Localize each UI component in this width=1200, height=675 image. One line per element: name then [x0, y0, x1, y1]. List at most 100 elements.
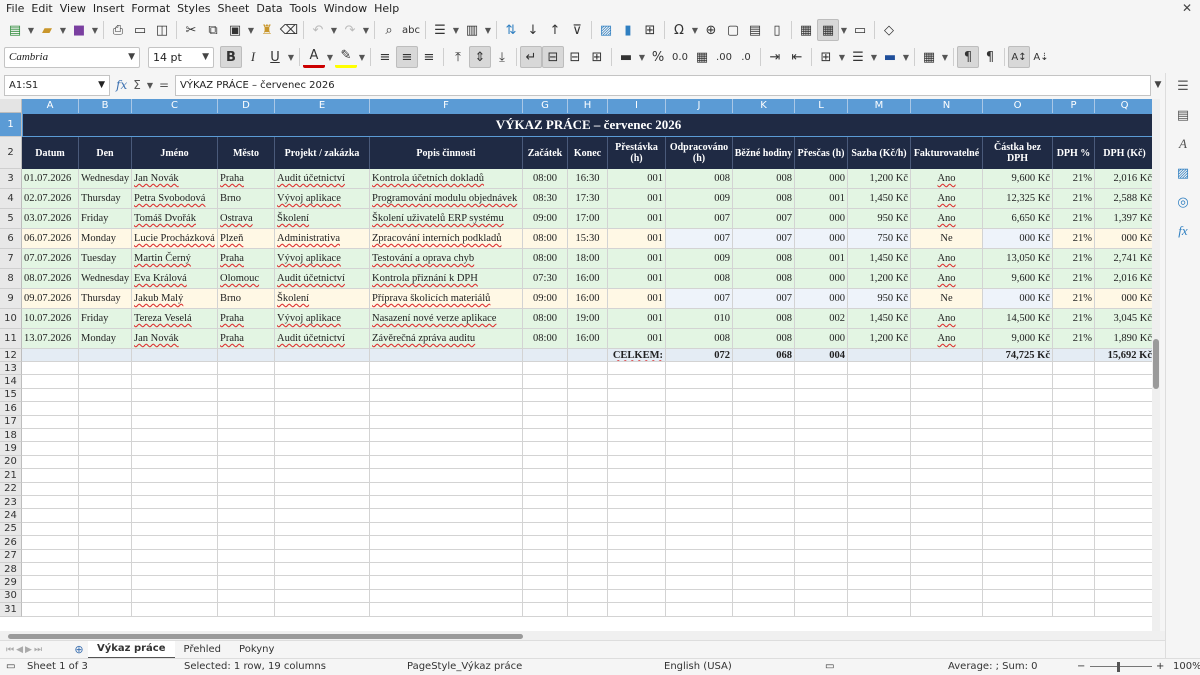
empty-cell[interactable]	[523, 509, 568, 523]
data-cell[interactable]: 001	[795, 189, 848, 209]
data-cell[interactable]: 6,650 Kč	[983, 209, 1053, 229]
column-title[interactable]: Konec	[568, 137, 608, 169]
menu-format[interactable]: Format	[131, 2, 176, 15]
chevron-down-icon[interactable]: ▼	[98, 80, 105, 90]
split-window-icon[interactable]: ▭	[849, 19, 871, 41]
data-cell[interactable]: 000 Kč	[983, 229, 1053, 249]
empty-cell[interactable]	[983, 496, 1053, 510]
data-cell[interactable]: Nasazení nové verze aplikace	[370, 309, 523, 329]
row-header[interactable]: 5	[0, 209, 22, 229]
empty-cell[interactable]	[666, 482, 733, 496]
empty-cell[interactable]	[370, 496, 523, 510]
empty-cell[interactable]	[568, 469, 608, 483]
column-title[interactable]: Začátek	[523, 137, 568, 169]
zoom-slider-handle[interactable]	[1117, 662, 1120, 672]
empty-cell[interactable]	[1095, 429, 1155, 443]
empty-cell[interactable]	[911, 509, 983, 523]
data-cell[interactable]: 08:00	[523, 169, 568, 189]
data-cell[interactable]: Ano	[911, 309, 983, 329]
empty-cell[interactable]	[568, 375, 608, 389]
empty-cell[interactable]	[523, 375, 568, 389]
data-cell[interactable]: 12,325 Kč	[983, 189, 1053, 209]
empty-cell[interactable]	[733, 522, 795, 537]
data-cell[interactable]: Ne	[911, 289, 983, 309]
data-cell[interactable]: 21%	[1053, 229, 1095, 249]
empty-cell[interactable]	[795, 549, 848, 563]
data-cell[interactable]: 21%	[1053, 329, 1095, 349]
data-cell[interactable]: 009	[666, 249, 733, 269]
empty-cell[interactable]	[370, 589, 523, 604]
empty-cell[interactable]	[911, 549, 983, 563]
empty-cell[interactable]	[79, 509, 132, 523]
column-header[interactable]: G	[523, 99, 568, 113]
empty-cell[interactable]	[608, 388, 666, 403]
empty-cell[interactable]	[848, 388, 911, 403]
empty-cell[interactable]	[275, 429, 370, 443]
empty-cell[interactable]	[218, 603, 275, 617]
empty-cell[interactable]	[608, 563, 666, 577]
empty-cell[interactable]	[1095, 469, 1155, 483]
empty-cell[interactable]	[608, 603, 666, 617]
empty-cell[interactable]	[608, 415, 666, 429]
empty-cell[interactable]	[275, 375, 370, 389]
empty-cell[interactable]	[79, 589, 132, 604]
empty-cell[interactable]	[218, 415, 275, 429]
data-cell[interactable]: 08:00	[523, 229, 568, 249]
empty-cell[interactable]	[79, 375, 132, 389]
empty-cell[interactable]	[523, 482, 568, 496]
empty-cell[interactable]	[1095, 522, 1155, 537]
align-left-icon[interactable]: ≡	[374, 46, 396, 68]
conditional-dropdown-icon[interactable]: ▼	[940, 46, 950, 68]
empty-cell[interactable]	[132, 603, 218, 617]
empty-cell[interactable]	[79, 496, 132, 510]
data-cell[interactable]: 001	[608, 249, 666, 269]
merge-center-icon[interactable]: ⊟	[542, 46, 564, 68]
total-label[interactable]: CELKEM:	[608, 349, 666, 362]
open-folder-icon[interactable]: ▰	[36, 19, 58, 41]
empty-cell[interactable]	[132, 522, 218, 537]
data-cell[interactable]: 08:30	[523, 189, 568, 209]
empty-cell[interactable]	[370, 455, 523, 470]
conditional-format-icon[interactable]: ▦	[918, 46, 940, 68]
empty-cell[interactable]	[132, 415, 218, 429]
data-cell[interactable]: Programování modulu objednávek	[370, 189, 523, 209]
column-title[interactable]: Částka bez DPH	[983, 137, 1053, 169]
empty-cell[interactable]	[79, 362, 132, 376]
empty-cell[interactable]	[1095, 402, 1155, 416]
empty-cell[interactable]	[79, 429, 132, 443]
data-cell[interactable]: 008	[666, 169, 733, 189]
empty-cell[interactable]	[1095, 563, 1155, 577]
formula-input[interactable]: VÝKAZ PRÁCE – červenec 2026	[175, 74, 1151, 96]
empty-cell[interactable]	[370, 469, 523, 483]
total-row-cell[interactable]	[22, 349, 79, 362]
data-cell[interactable]: 010	[666, 309, 733, 329]
empty-cell[interactable]	[132, 362, 218, 376]
empty-cell[interactable]	[275, 563, 370, 577]
empty-cell[interactable]	[1053, 536, 1095, 550]
empty-cell[interactable]	[370, 536, 523, 550]
data-cell[interactable]: 1,200 Kč	[848, 169, 911, 189]
highlight-dropdown-icon[interactable]: ▼	[357, 46, 367, 68]
empty-cell[interactable]	[733, 442, 795, 456]
empty-cell[interactable]	[848, 536, 911, 550]
empty-cell[interactable]	[79, 522, 132, 537]
empty-cell[interactable]	[275, 469, 370, 483]
empty-cell[interactable]	[370, 388, 523, 403]
define-print-area-icon[interactable]: ▯	[766, 19, 788, 41]
row-header[interactable]: 30	[0, 589, 22, 604]
row-header[interactable]: 11	[0, 329, 22, 349]
data-cell[interactable]: 17:30	[568, 189, 608, 209]
empty-cell[interactable]	[983, 563, 1053, 577]
font-size-box[interactable]: 14 pt ▼	[148, 46, 214, 68]
row-header[interactable]: 25	[0, 522, 22, 537]
empty-cell[interactable]	[795, 563, 848, 577]
data-cell[interactable]: 07.07.2026	[22, 249, 79, 269]
empty-cell[interactable]	[218, 522, 275, 537]
empty-cell[interactable]	[370, 576, 523, 590]
data-cell[interactable]: 2,588 Kč	[1095, 189, 1155, 209]
vertical-scroll-thumb[interactable]	[1153, 339, 1159, 389]
data-cell[interactable]: Praha	[218, 329, 275, 349]
data-cell[interactable]: Ano	[911, 169, 983, 189]
data-cell[interactable]: Audit účetnictví	[275, 269, 370, 289]
empty-cell[interactable]	[911, 482, 983, 496]
